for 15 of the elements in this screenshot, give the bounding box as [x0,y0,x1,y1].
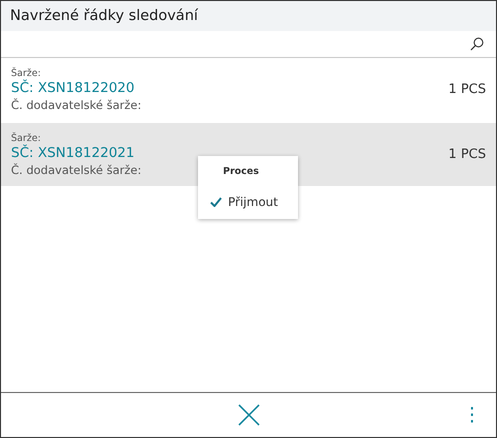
tracking-line[interactable]: Šarže: SČ: XSN18122020 Č. dodavatelské šarže: 1 PCS [1,58,496,121]
quantity: 1 PCS [448,147,486,162]
serial-number-link[interactable]: SČ: XSN18122021 [11,144,142,162]
quantity: 1 PCS [448,82,486,97]
serial-number-link[interactable]: SČ: XSN18122020 [11,78,142,98]
lot-label: Šarže: [11,68,42,78]
window-title: Navržené řádky sledování [1,1,496,31]
close-button[interactable] [238,404,260,426]
more-options-button[interactable] [470,407,474,423]
lot-label: Šarže: [11,132,42,144]
vendor-lot-label: Č. dodavatelské šarže: [11,98,142,112]
menu-title: Proces [222,166,260,177]
vendor-lot-label: Č. dodavatelské šarže: [11,162,142,176]
menu-item[interactable]: Přijmout [198,191,298,213]
search-icon[interactable] [470,37,484,51]
